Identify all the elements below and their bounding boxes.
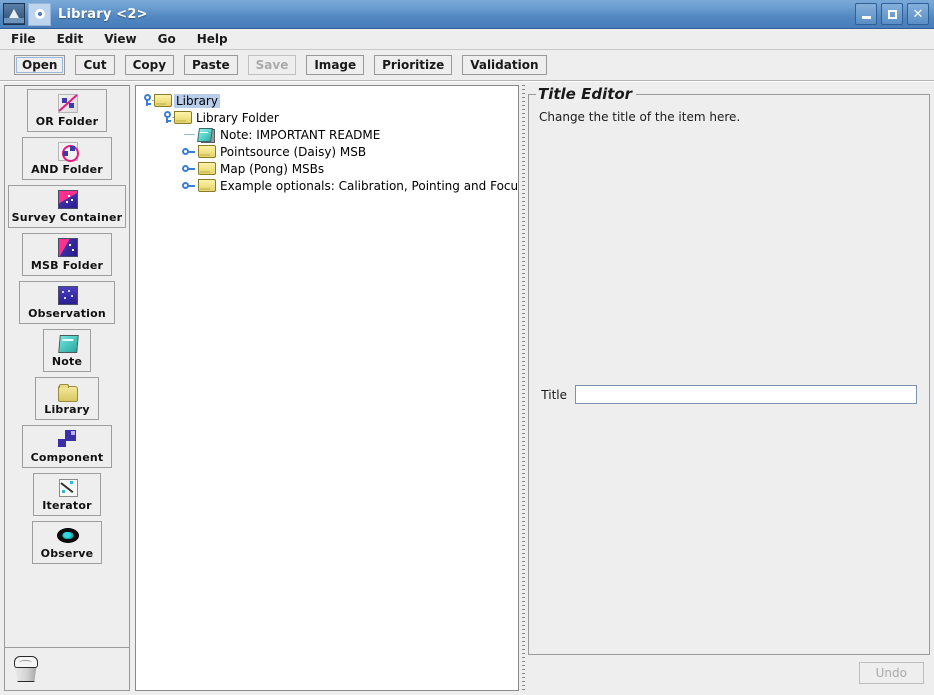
palette-label: Library — [44, 403, 90, 416]
folder-icon — [154, 94, 172, 107]
library-folder-icon — [57, 382, 78, 402]
menu-view[interactable]: View — [101, 30, 145, 48]
title-editor-group: Title Editor Change the title of the ite… — [528, 85, 930, 655]
iterator-icon — [57, 478, 78, 497]
or-folder-icon — [57, 94, 78, 113]
split-pane-divider[interactable] — [519, 85, 528, 691]
prioritize-button[interactable]: Prioritize — [374, 55, 453, 75]
palette-item-and-folder[interactable]: AND Folder — [22, 137, 112, 180]
palette-label: Iterator — [42, 499, 92, 512]
tree-row[interactable]: Library — [141, 92, 518, 109]
palette-item-library[interactable]: Library — [35, 377, 99, 420]
folder-icon — [198, 145, 216, 158]
window-title: Library <2> — [58, 6, 148, 22]
component-palette: OR Folder AND Folder Survey Container MS… — [4, 85, 130, 691]
note-icon — [57, 334, 79, 353]
open-button[interactable]: Open — [14, 55, 66, 75]
tree-node-label[interactable]: Note: IMPORTANT README — [218, 128, 382, 142]
tree-node-label[interactable]: Library — [174, 93, 220, 108]
tree-row[interactable]: Note: IMPORTANT README — [141, 126, 518, 143]
title-editor-heading: Title Editor — [536, 85, 637, 103]
application-window: Library <2> ✕ File Edit View Go Help Ope… — [0, 0, 934, 695]
science-program-tree[interactable]: Library Library Folder Note: IMPORTANT R… — [135, 85, 519, 691]
palette-item-component[interactable]: Component — [21, 425, 113, 468]
menu-file[interactable]: File — [8, 30, 45, 48]
maximize-icon — [887, 9, 897, 19]
title-input[interactable] — [575, 385, 917, 404]
tree-row[interactable]: Library Folder — [141, 109, 518, 126]
palette-item-msb-folder[interactable]: MSB Folder — [21, 233, 113, 276]
survey-container-icon — [57, 190, 78, 209]
title-bar: Library <2> ✕ — [0, 0, 934, 29]
document-ring-icon — [28, 2, 51, 26]
tree-row[interactable]: Example optionals: Calibration, Pointing… — [141, 177, 518, 194]
expand-toggle-icon[interactable] — [182, 145, 198, 158]
ship-icon — [3, 3, 25, 25]
main-content: OR Folder AND Folder Survey Container MS… — [0, 81, 934, 695]
palette-item-or-folder[interactable]: OR Folder — [26, 89, 108, 132]
palette-buttons: OR Folder AND Folder Survey Container MS… — [5, 86, 129, 647]
palette-label: Note — [51, 355, 83, 368]
tree-nodes: Library Library Folder Note: IMPORTANT R… — [136, 86, 518, 194]
maximize-button[interactable] — [881, 3, 903, 25]
palette-label: Component — [30, 451, 104, 464]
palette-label: MSB Folder — [30, 259, 104, 272]
menu-edit[interactable]: Edit — [54, 30, 93, 48]
validation-button[interactable]: Validation — [462, 55, 547, 75]
tree-row[interactable]: Map (Pong) MSBs — [141, 160, 518, 177]
palette-item-note[interactable]: Note — [42, 329, 92, 372]
expand-toggle-icon[interactable] — [182, 179, 198, 192]
expand-toggle-icon[interactable] — [182, 162, 198, 175]
tree-row[interactable]: Pointsource (Daisy) MSB — [141, 143, 518, 160]
toolbar: Open Cut Copy Paste Save Image Prioritiz… — [0, 50, 934, 81]
folder-icon — [198, 162, 216, 175]
tree-node-label[interactable]: Pointsource (Daisy) MSB — [218, 145, 368, 159]
observe-eye-icon — [56, 526, 79, 544]
msb-folder-icon — [57, 238, 78, 257]
palette-item-observation[interactable]: Observation — [19, 281, 115, 324]
palette-label: Observe — [40, 547, 94, 560]
divider-grip-icon — [522, 85, 525, 691]
undo-button: Undo — [858, 662, 924, 684]
window-controls: ✕ — [855, 3, 929, 25]
folder-icon — [174, 111, 192, 124]
and-folder-icon — [57, 142, 79, 162]
palette-label: Observation — [28, 307, 106, 320]
palette-item-survey-container[interactable]: Survey Container — [8, 185, 126, 228]
title-field-label: Title — [541, 387, 567, 402]
tree-node-label[interactable]: Library Folder — [194, 111, 281, 125]
close-button[interactable]: ✕ — [907, 3, 929, 25]
note-icon — [197, 127, 215, 143]
menu-bar: File Edit View Go Help — [0, 29, 934, 50]
expand-toggle-icon[interactable] — [161, 111, 176, 124]
palette-item-observe[interactable]: Observe — [31, 521, 103, 564]
menu-go[interactable]: Go — [155, 30, 185, 48]
copy-button[interactable]: Copy — [124, 55, 175, 75]
image-button[interactable]: Image — [306, 55, 365, 75]
palette-label: AND Folder — [31, 163, 103, 176]
tree-node-label[interactable]: Example optionals: Calibration, Pointing… — [218, 179, 518, 193]
trash-drop-zone[interactable] — [5, 647, 129, 690]
trash-can-icon — [14, 656, 38, 682]
menu-help[interactable]: Help — [194, 30, 237, 48]
palette-label: Survey Container — [11, 211, 123, 224]
editor-footer: Undo — [528, 655, 930, 691]
save-button: Save — [247, 55, 297, 75]
minimize-icon — [861, 15, 871, 19]
title-editor-hint: Change the title of the item here. — [539, 110, 741, 124]
title-field-row: Title — [537, 385, 917, 404]
minimize-button[interactable] — [855, 3, 877, 25]
expand-toggle-icon[interactable] — [141, 94, 156, 107]
close-icon: ✕ — [912, 6, 924, 22]
component-icon — [57, 430, 77, 448]
palette-item-iterator[interactable]: Iterator — [33, 473, 101, 516]
observation-icon — [57, 286, 78, 305]
palette-label: OR Folder — [35, 115, 99, 128]
tree-node-label[interactable]: Map (Pong) MSBs — [218, 162, 326, 176]
editor-panel: Title Editor Change the title of the ite… — [528, 85, 930, 691]
paste-button[interactable]: Paste — [184, 55, 238, 75]
tree-leaf-connector-icon — [182, 126, 198, 143]
cut-button[interactable]: Cut — [75, 55, 115, 75]
folder-icon — [198, 179, 216, 192]
